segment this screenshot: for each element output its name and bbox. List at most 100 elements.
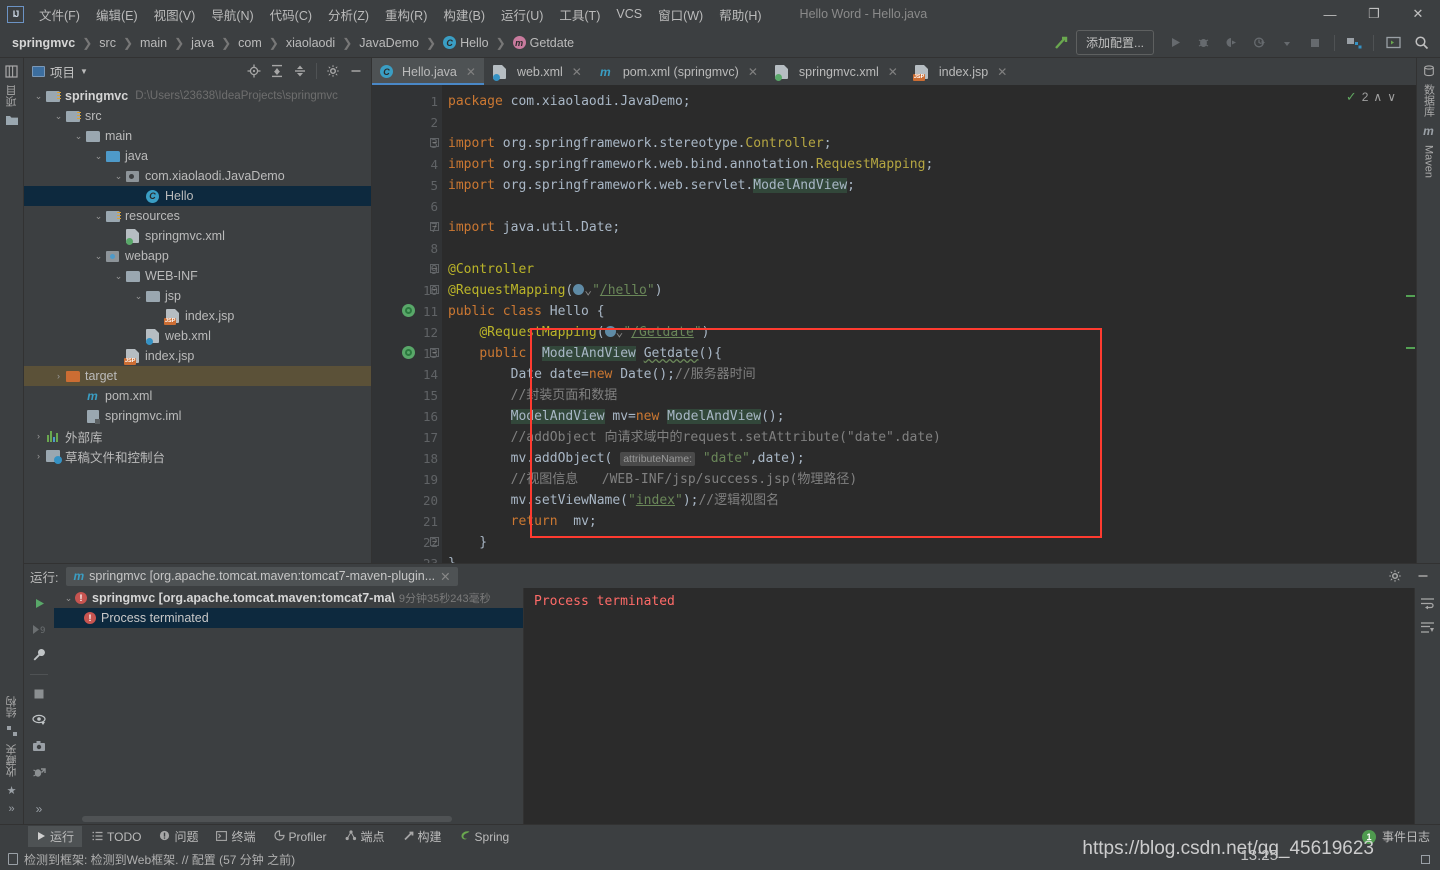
menu-help[interactable]: 帮助(H) bbox=[711, 1, 769, 28]
breadcrumb-com[interactable]: com bbox=[234, 34, 266, 52]
tree-item-src[interactable]: ⌄ src bbox=[24, 106, 371, 126]
tree-item-webapp[interactable]: ⌄ webapp bbox=[24, 246, 371, 266]
folder-icon[interactable] bbox=[5, 114, 19, 126]
run-coverage-icon[interactable] bbox=[1218, 31, 1244, 55]
project-tree[interactable]: ⌄ springmvc D:\Users\23638\IdeaProjects\… bbox=[24, 84, 371, 563]
close-icon[interactable]: ✕ bbox=[888, 65, 898, 79]
tree-item-index-jsp-inner[interactable]: JSP index.jsp bbox=[24, 306, 371, 326]
close-icon[interactable]: ✕ bbox=[748, 65, 758, 79]
editor-scrollbar[interactable] bbox=[1404, 85, 1416, 563]
chevron-down-icon[interactable]: ⌄ bbox=[72, 131, 85, 142]
fold-icon[interactable]: − bbox=[430, 537, 439, 546]
expand-strip-icon[interactable]: » bbox=[8, 803, 14, 815]
hide-panel-icon[interactable] bbox=[345, 60, 367, 82]
tree-item-springmvc[interactable]: ⌄ springmvc D:\Users\23638\IdeaProjects\… bbox=[24, 86, 371, 106]
project-structure-icon[interactable] bbox=[1341, 31, 1367, 55]
expand-all-icon[interactable] bbox=[266, 60, 288, 82]
toolwindow-endpoints[interactable]: 端点 bbox=[337, 826, 393, 847]
sidebar-item-project[interactable]: 项目 bbox=[4, 81, 20, 111]
tab-springmvc-xml[interactable]: springmvc.xml ✕ bbox=[766, 58, 906, 85]
chevron-down-icon[interactable]: ∨ bbox=[1387, 90, 1396, 104]
run-configuration-tab[interactable]: m springmvc [org.apache.tomcat.maven:tom… bbox=[66, 566, 458, 586]
toolwindow-build[interactable]: 构建 bbox=[395, 826, 450, 847]
chevron-down-icon[interactable]: ⌄ bbox=[32, 91, 45, 102]
chevron-down-icon[interactable]: ⌄ bbox=[112, 171, 125, 182]
breadcrumb-main[interactable]: main bbox=[136, 34, 171, 52]
chevron-up-icon[interactable]: ∧ bbox=[1373, 90, 1382, 104]
project-view-icon[interactable] bbox=[5, 65, 18, 78]
toolwindow-problems[interactable]: 问题 bbox=[151, 826, 206, 847]
search-everywhere-icon[interactable] bbox=[1408, 31, 1434, 55]
code-content[interactable]: package com.xiaolaodi.JavaDemo; import o… bbox=[442, 85, 1416, 563]
tree-item-main[interactable]: ⌄ main bbox=[24, 126, 371, 146]
structure-icon[interactable] bbox=[6, 725, 18, 737]
tab-web-xml[interactable]: web.xml ✕ bbox=[484, 58, 590, 85]
breadcrumb-src[interactable]: src bbox=[95, 34, 120, 52]
settings-gear-icon[interactable] bbox=[1384, 565, 1406, 587]
tree-item-package[interactable]: ⌄ com.xiaolaodi.JavaDemo bbox=[24, 166, 371, 186]
chevron-right-icon[interactable]: › bbox=[32, 451, 45, 461]
fold-icon[interactable]: − bbox=[430, 348, 439, 357]
database-icon[interactable] bbox=[1423, 65, 1435, 77]
spring-bean-gutter-icon[interactable] bbox=[402, 304, 416, 318]
breadcrumb-java[interactable]: java bbox=[187, 34, 218, 52]
close-icon[interactable]: ✕ bbox=[466, 65, 476, 79]
stop-icon[interactable] bbox=[29, 685, 49, 703]
tree-item-webinf[interactable]: ⌄ WEB-INF bbox=[24, 266, 371, 286]
sidebar-item-favorites[interactable]: 收藏夹 bbox=[4, 740, 20, 781]
tree-item-scratches[interactable]: › 草稿文件和控制台 bbox=[24, 446, 371, 466]
tree-item-iml[interactable]: springmvc.iml bbox=[24, 406, 371, 426]
run-results-tree[interactable]: ⌄ ! springmvc [org.apache.tomcat.maven:t… bbox=[54, 588, 524, 824]
tree-item-hello[interactable]: C Hello bbox=[24, 186, 371, 206]
inspection-widget[interactable]: ✓ 2 ∧ ∨ bbox=[1346, 89, 1396, 105]
chevron-down-icon[interactable]: ⌄ bbox=[92, 151, 105, 162]
menu-view[interactable]: 视图(V) bbox=[146, 1, 204, 28]
toolwindow-run[interactable]: 运行 bbox=[28, 826, 83, 847]
breadcrumb-springmvc[interactable]: springmvc bbox=[8, 34, 79, 52]
breadcrumb-getdate[interactable]: m Getdate bbox=[509, 34, 578, 52]
lock-icon[interactable] bbox=[1421, 854, 1430, 864]
breadcrumb-xiaolaodi[interactable]: xiaolaodi bbox=[282, 34, 339, 52]
close-button[interactable]: ✕ bbox=[1396, 0, 1440, 28]
fold-icon[interactable]: − bbox=[430, 264, 439, 273]
tree-item-jsp-folder[interactable]: ⌄ jsp bbox=[24, 286, 371, 306]
chevron-down-icon[interactable]: ▼ bbox=[80, 67, 88, 76]
close-icon[interactable]: ✕ bbox=[572, 65, 582, 79]
rerun-count-icon[interactable]: 9 bbox=[29, 620, 49, 638]
tree-item-pom-xml[interactable]: m pom.xml bbox=[24, 386, 371, 406]
debug-exit-icon[interactable] bbox=[29, 763, 49, 781]
sidebar-item-maven[interactable]: Maven bbox=[1423, 141, 1435, 182]
tree-item-resources[interactable]: ⌄ resources bbox=[24, 206, 371, 226]
menu-window[interactable]: 窗口(W) bbox=[650, 1, 711, 28]
scroll-to-end-icon[interactable] bbox=[1418, 618, 1438, 636]
menu-refactor[interactable]: 重构(R) bbox=[377, 1, 435, 28]
tree-item-target[interactable]: › target bbox=[24, 366, 371, 386]
fold-icon[interactable]: − bbox=[430, 285, 439, 294]
run-console-output[interactable]: Process terminated bbox=[524, 588, 1414, 824]
chevron-down-icon[interactable]: ⌄ bbox=[52, 111, 65, 122]
expand-icon[interactable]: » bbox=[29, 800, 49, 818]
scrollbar-thumb[interactable] bbox=[82, 816, 452, 822]
run-tree-row-config[interactable]: ⌄ ! springmvc [org.apache.tomcat.maven:t… bbox=[54, 588, 523, 608]
add-configuration-button[interactable]: 添加配置... bbox=[1075, 30, 1154, 55]
chevron-down-icon[interactable] bbox=[1274, 31, 1300, 55]
chevron-down-icon[interactable]: ⌄ bbox=[62, 593, 75, 604]
toolwindow-profiler[interactable]: Profiler bbox=[266, 828, 335, 846]
tree-item-java[interactable]: ⌄ java bbox=[24, 146, 371, 166]
chevron-right-icon[interactable]: › bbox=[52, 371, 65, 381]
toolwindow-terminal[interactable]: 终端 bbox=[208, 826, 263, 847]
debug-icon[interactable] bbox=[1190, 31, 1216, 55]
menu-edit[interactable]: 编辑(E) bbox=[88, 1, 146, 28]
menu-build[interactable]: 构建(B) bbox=[435, 1, 493, 28]
project-panel-title[interactable]: 项目 ▼ bbox=[28, 62, 88, 81]
tree-item-web-xml[interactable]: web.xml bbox=[24, 326, 371, 346]
menu-run[interactable]: 运行(U) bbox=[493, 1, 551, 28]
locate-icon[interactable] bbox=[243, 60, 265, 82]
editor-gutter[interactable]: 1 2 3 − 4 5 6 7 − 8 9 − 10 − 11 12 13 − … bbox=[372, 85, 442, 563]
tab-hello-java[interactable]: C Hello.java ✕ bbox=[372, 58, 484, 85]
tab-index-jsp[interactable]: JSP index.jsp ✕ bbox=[906, 58, 1015, 85]
event-log-label[interactable]: 事件日志 bbox=[1382, 828, 1430, 845]
breadcrumb-javademo[interactable]: JavaDemo bbox=[355, 34, 423, 52]
terminal-icon[interactable] bbox=[1380, 31, 1406, 55]
soft-wrap-icon[interactable] bbox=[1418, 594, 1438, 612]
